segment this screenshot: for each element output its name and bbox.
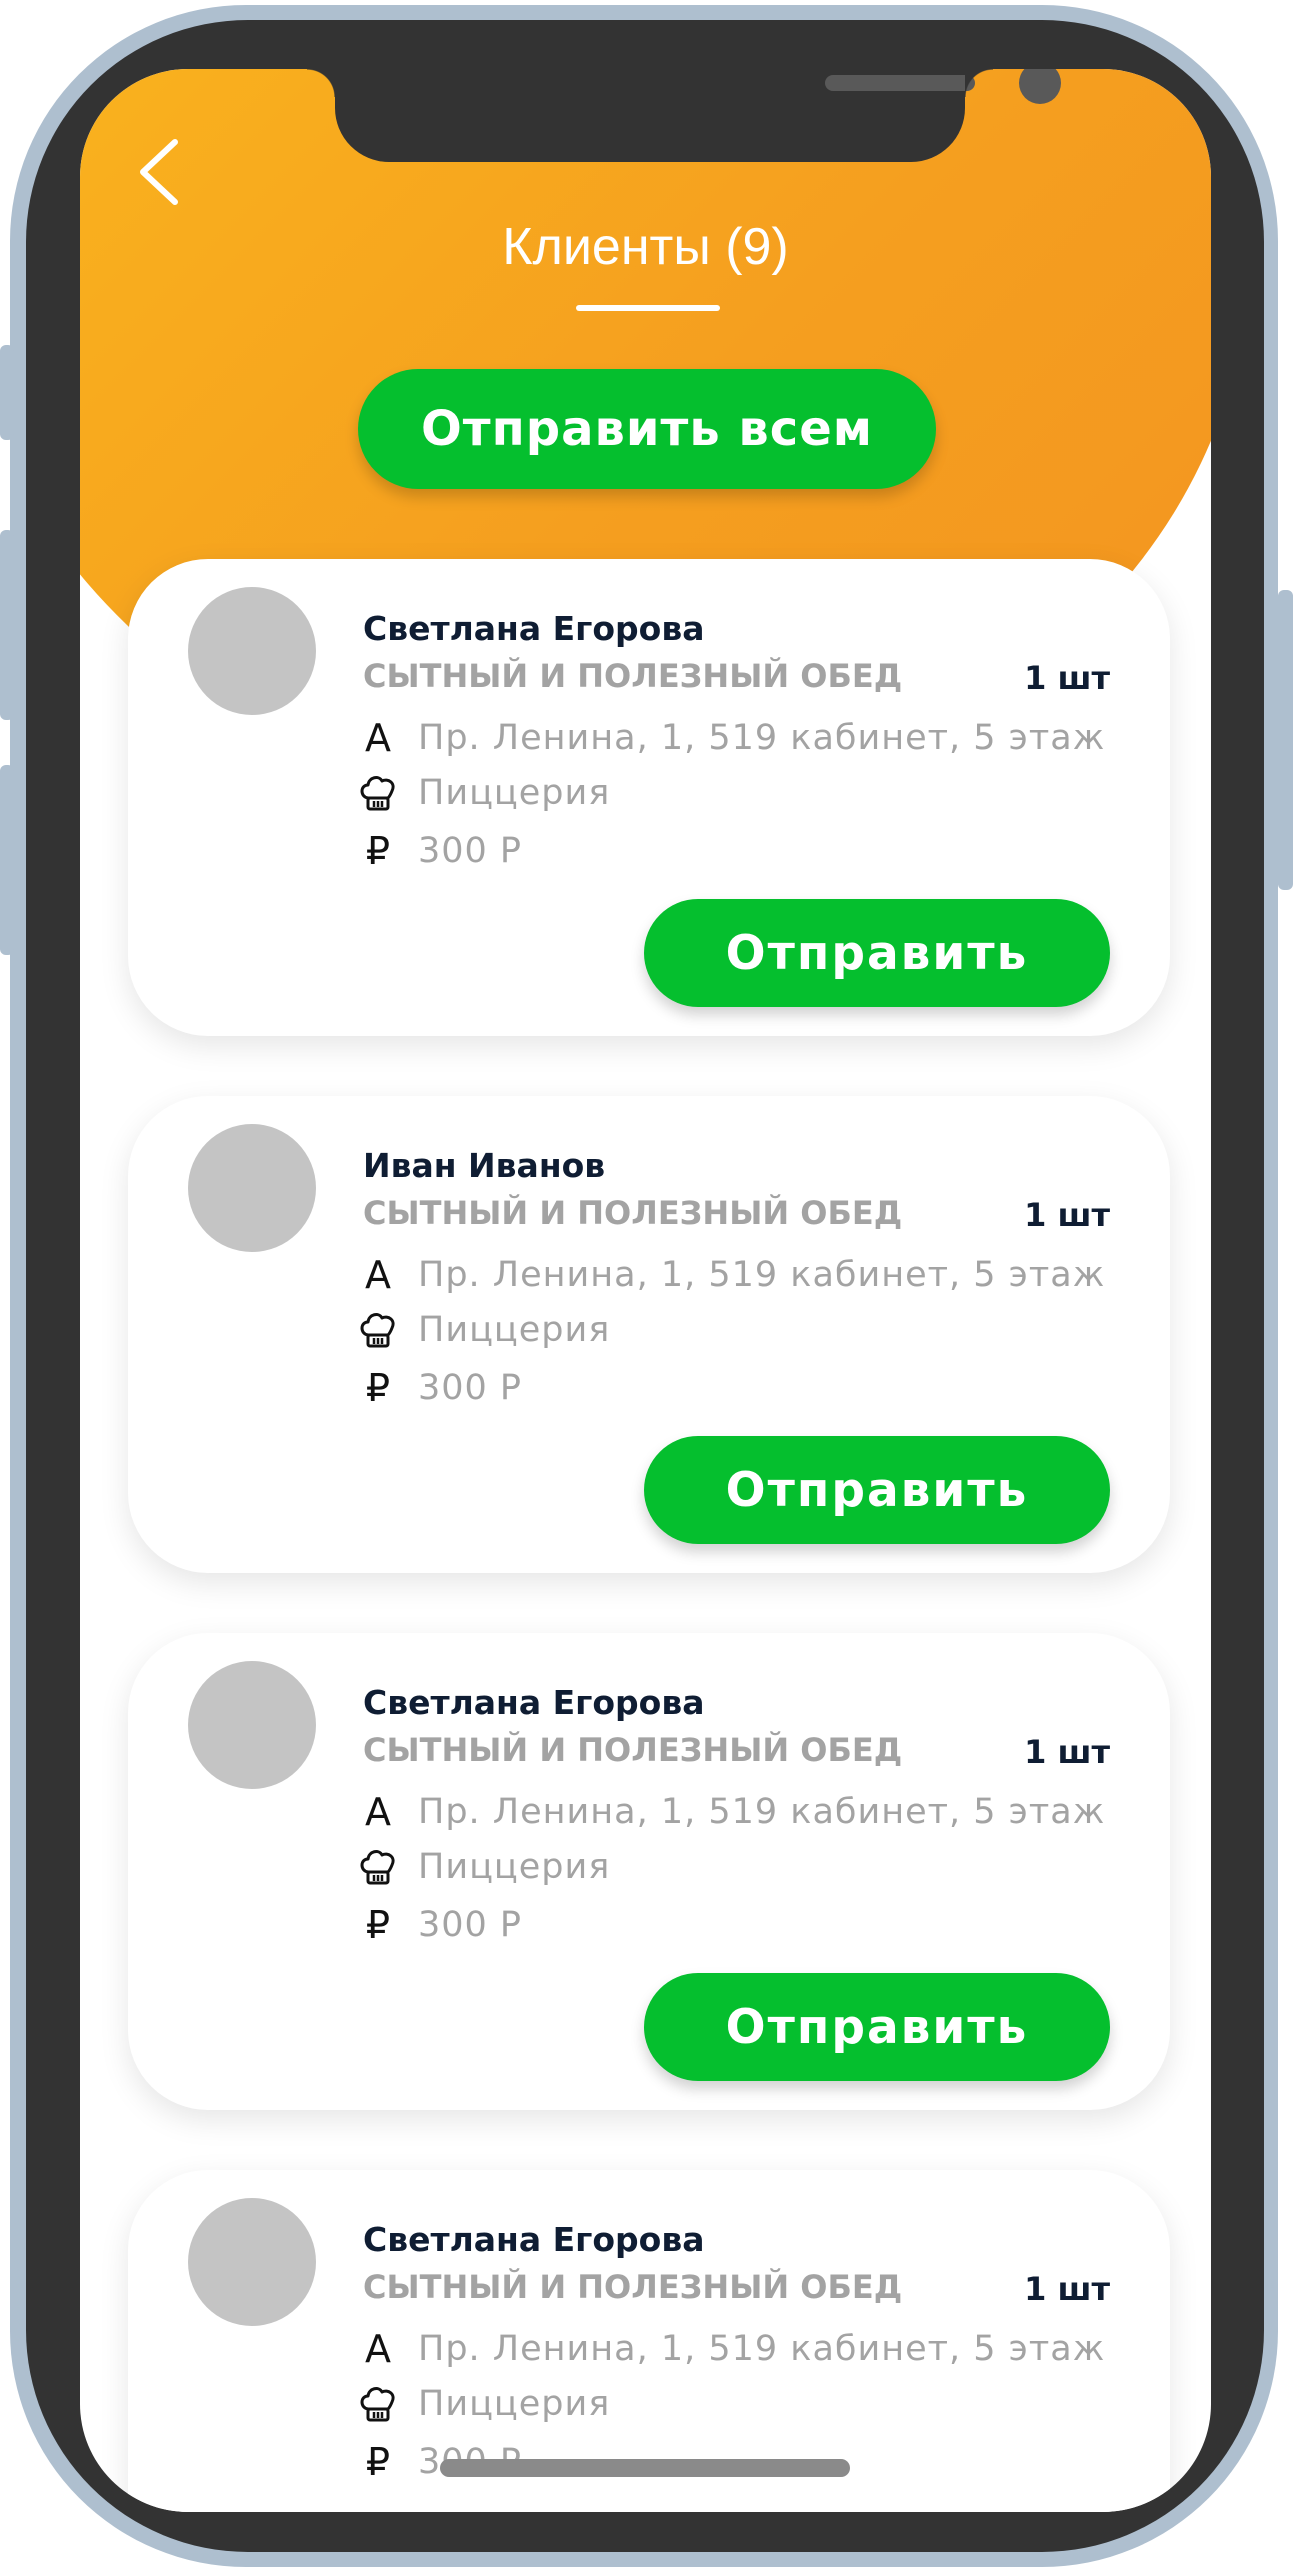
client-name: Светлана Егорова [363, 609, 705, 648]
ruble-icon: ₽ [365, 829, 391, 873]
address-row: А Пр. Ленина, 1, 519 кабинет, 5 этаж [356, 1787, 1105, 1837]
price-row: ₽ 300 Р [356, 1900, 522, 1950]
price-row: ₽ 300 Р [356, 826, 522, 876]
dish-name: СЫТНЫЙ И ПОЛЕЗНЫЙ ОБЕД [363, 657, 903, 695]
price-text: 300 Р [418, 1368, 523, 1408]
send-all-button[interactable]: Отправить всем [358, 369, 936, 489]
place-row: Пиццерия [356, 768, 610, 818]
address-row: А Пр. Ленина, 1, 519 кабинет, 5 этаж [356, 1250, 1105, 1300]
quantity: 1 шт [1024, 1733, 1110, 1771]
chef-hat-icon [356, 1845, 400, 1889]
address-icon: А [365, 716, 391, 760]
client-name: Иван Иванов [363, 1146, 606, 1185]
chevron-left-icon [140, 139, 178, 205]
power-button [1278, 590, 1293, 890]
ruble-icon: ₽ [365, 1366, 391, 1410]
price-text: 300 Р [418, 1905, 523, 1945]
send-button[interactable]: Отправить [644, 1973, 1110, 2081]
client-card: Иван Иванов СЫТНЫЙ И ПОЛЕЗНЫЙ ОБЕД 1 шт … [128, 1096, 1170, 1573]
dish-name: СЫТНЫЙ И ПОЛЕЗНЫЙ ОБЕД [363, 1731, 903, 1769]
dish-name: СЫТНЫЙ И ПОЛЕЗНЫЙ ОБЕД [363, 1194, 903, 1232]
volume-up-button [0, 530, 14, 720]
address-text: Пр. Ленина, 1, 519 кабинет, 5 этаж [418, 2329, 1106, 2369]
address-text: Пр. Ленина, 1, 519 кабинет, 5 этаж [418, 718, 1106, 758]
price-row: ₽ 300 Р [356, 1363, 522, 1413]
place-text: Пиццерия [418, 773, 611, 813]
place-row: Пиццерия [356, 1842, 610, 1892]
address-icon: А [365, 2327, 391, 2371]
address-icon: А [365, 1253, 391, 1297]
client-card: Светлана Егорова СЫТНЫЙ И ПОЛЕЗНЫЙ ОБЕД … [128, 1633, 1170, 2110]
quantity: 1 шт [1024, 2270, 1110, 2308]
chef-hat-icon [356, 1308, 400, 1352]
avatar [188, 1661, 316, 1789]
avatar [188, 2198, 316, 2326]
place-text: Пиццерия [418, 1310, 611, 1350]
place-text: Пиццерия [418, 2384, 611, 2424]
dish-name: СЫТНЫЙ И ПОЛЕЗНЫЙ ОБЕД [363, 2268, 903, 2306]
title-underline [576, 305, 720, 311]
address-icon: А [365, 1790, 391, 1834]
client-card: Светлана Егорова СЫТНЫЙ И ПОЛЕЗНЫЙ ОБЕД … [128, 559, 1170, 1036]
quantity: 1 шт [1024, 1196, 1110, 1234]
phone-notch [307, 69, 1061, 162]
back-button[interactable] [125, 134, 205, 214]
price-text: 300 Р [418, 831, 523, 871]
avatar [188, 1124, 316, 1252]
mute-switch [0, 345, 14, 440]
avatar [188, 587, 316, 715]
chef-hat-icon [356, 771, 400, 815]
client-name: Светлана Егорова [363, 1683, 705, 1722]
address-text: Пр. Ленина, 1, 519 кабинет, 5 этаж [418, 1255, 1106, 1295]
send-button[interactable]: Отправить [644, 899, 1110, 1007]
home-indicator[interactable] [440, 2459, 850, 2477]
client-name: Светлана Егорова [363, 2220, 705, 2259]
quantity: 1 шт [1024, 659, 1110, 697]
send-button[interactable]: Отправить [644, 1436, 1110, 1544]
address-row: А Пр. Ленина, 1, 519 кабинет, 5 этаж [356, 713, 1105, 763]
app-screen: Клиенты (9) Отправить всем Светлана Егор… [80, 69, 1211, 2512]
place-row: Пиццерия [356, 2379, 610, 2429]
address-row: А Пр. Ленина, 1, 519 кабинет, 5 этаж [356, 2324, 1105, 2374]
page-title: Клиенты (9) [502, 218, 789, 276]
ruble-icon: ₽ [365, 1903, 391, 1947]
place-row: Пиццерия [356, 1305, 610, 1355]
place-text: Пиццерия [418, 1847, 611, 1887]
chef-hat-icon [356, 2382, 400, 2426]
address-text: Пр. Ленина, 1, 519 кабинет, 5 этаж [418, 1792, 1106, 1832]
speaker-grill [825, 75, 975, 91]
volume-down-button [0, 765, 14, 955]
ruble-icon: ₽ [365, 2440, 391, 2484]
